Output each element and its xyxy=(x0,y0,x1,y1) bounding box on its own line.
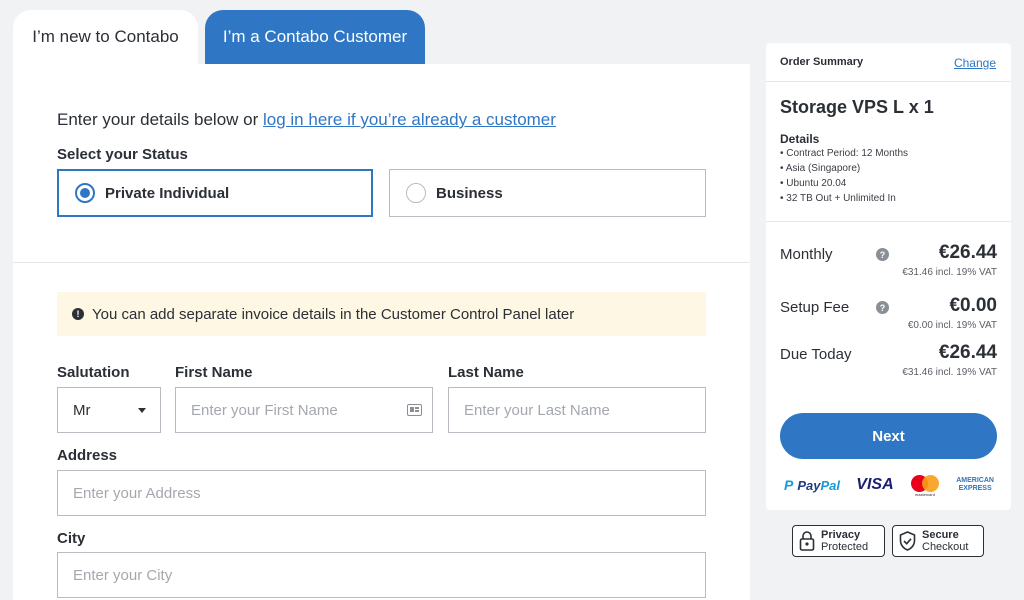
privacy-badge-line2: Protected xyxy=(821,541,869,553)
shield-check-icon xyxy=(899,531,916,551)
paypal-text-pal: Pal xyxy=(820,477,840,493)
city-label: City xyxy=(57,530,86,547)
product-name: Storage VPS L x 1 xyxy=(780,97,934,117)
price-vat: €31.46 incl. 19% VAT xyxy=(902,267,997,278)
privacy-badge-line1: Privacy xyxy=(821,529,861,541)
order-summary-title: Order Summary xyxy=(780,56,864,68)
invoice-notice: ! You can add separate invoice details i… xyxy=(57,292,706,336)
address-field-wrapper xyxy=(57,470,706,516)
mastercard-text: mastercard xyxy=(914,492,935,497)
last-name-field-wrapper xyxy=(448,387,706,433)
notice-text: You can add separate invoice details in … xyxy=(92,305,575,323)
intro-text: Enter your details below or log in here … xyxy=(57,110,556,130)
payment-logos: P Pay Pal VISA mastercard AMERICAN EXPRES… xyxy=(784,473,994,497)
paypal-icon: P xyxy=(784,477,794,493)
registration-form: Enter your details below or log in here … xyxy=(13,64,750,600)
section-divider xyxy=(13,262,750,263)
summary-divider xyxy=(766,221,1011,222)
info-icon: ! xyxy=(72,308,84,320)
login-link[interactable]: log in here if you’re already a customer xyxy=(263,110,556,129)
help-icon[interactable]: ? xyxy=(876,301,889,314)
amex-logo: AMERICAN EXPRESS xyxy=(956,477,994,493)
privacy-badge-text: Privacy Protected xyxy=(821,529,868,553)
price-value: €0.00 xyxy=(949,295,997,316)
tab-existing-customer-label: I’m a Contabo Customer xyxy=(222,27,408,46)
tab-existing-customer[interactable]: I’m a Contabo Customer xyxy=(205,10,425,64)
mastercard-orange-circle xyxy=(921,475,939,492)
list-item: 32 TB Out + Unlimited In xyxy=(780,191,908,206)
paypal-logo: P Pay Pal xyxy=(784,477,840,493)
salutation-select[interactable]: Mr xyxy=(57,387,161,433)
last-name-field[interactable] xyxy=(464,388,705,432)
last-name-label: Last Name xyxy=(448,364,524,381)
first-name-label: First Name xyxy=(175,364,253,381)
summary-divider xyxy=(766,81,1011,82)
details-title: Details xyxy=(780,132,820,146)
city-field-wrapper xyxy=(57,552,706,598)
lock-icon xyxy=(799,531,815,551)
list-item: Contract Period: 12 Months xyxy=(780,146,908,161)
price-vat: €31.46 incl. 19% VAT xyxy=(902,367,997,378)
status-label: Select your Status xyxy=(57,146,188,163)
order-summary: Order Summary Change Storage VPS L x 1 D… xyxy=(766,43,1011,510)
list-item: Ubuntu 20.04 xyxy=(780,176,908,191)
secure-checkout-badge: Secure Checkout xyxy=(892,525,984,557)
salutation-value: Mr xyxy=(73,401,91,419)
details-list: Contract Period: 12 Months Asia (Singapo… xyxy=(780,146,908,206)
paypal-text-pay: Pay xyxy=(797,477,821,493)
intro-label: Enter your details below or xyxy=(57,110,263,129)
mastercard-logo: mastercard xyxy=(910,473,940,497)
visa-logo: VISA xyxy=(856,476,894,493)
price-label: Due Today xyxy=(780,346,852,363)
price-vat: €0.00 incl. 19% VAT xyxy=(907,320,997,331)
status-option-label: Private Individual xyxy=(105,184,230,202)
radio-unselected-icon[interactable] xyxy=(406,183,426,203)
list-item: Asia (Singapore) xyxy=(780,161,908,176)
first-name-field-wrapper xyxy=(175,387,433,433)
next-button[interactable]: Next xyxy=(780,413,997,459)
price-label: Monthly xyxy=(780,246,833,263)
status-option-business[interactable]: Business xyxy=(389,169,706,217)
contact-card-icon[interactable] xyxy=(407,404,422,416)
tab-new-customer[interactable]: I’m new to Contabo xyxy=(13,10,198,64)
city-field[interactable] xyxy=(73,553,705,597)
price-value: €26.44 xyxy=(938,342,997,363)
salutation-label: Salutation xyxy=(57,364,130,381)
status-option-private[interactable]: Private Individual xyxy=(57,169,373,217)
secure-badge-line1: Secure xyxy=(922,529,959,541)
radio-selected-icon[interactable] xyxy=(75,183,95,203)
price-label: Setup Fee xyxy=(780,299,850,316)
secure-badge-text: Secure Checkout xyxy=(922,529,968,553)
secure-badge-line2: Checkout xyxy=(922,541,969,553)
amex-line1: AMERICAN xyxy=(956,477,994,484)
help-icon[interactable]: ? xyxy=(876,248,889,261)
first-name-field[interactable] xyxy=(191,388,407,432)
status-option-label: Business xyxy=(436,184,503,202)
privacy-protected-badge: Privacy Protected xyxy=(792,525,885,557)
address-label: Address xyxy=(57,447,118,464)
amex-line2: EXPRESS xyxy=(958,485,992,492)
address-field[interactable] xyxy=(73,471,705,515)
tab-new-customer-label: I’m new to Contabo xyxy=(32,27,179,46)
change-link[interactable]: Change xyxy=(954,56,996,70)
price-value: €26.44 xyxy=(938,242,997,263)
chevron-down-icon xyxy=(138,407,146,413)
